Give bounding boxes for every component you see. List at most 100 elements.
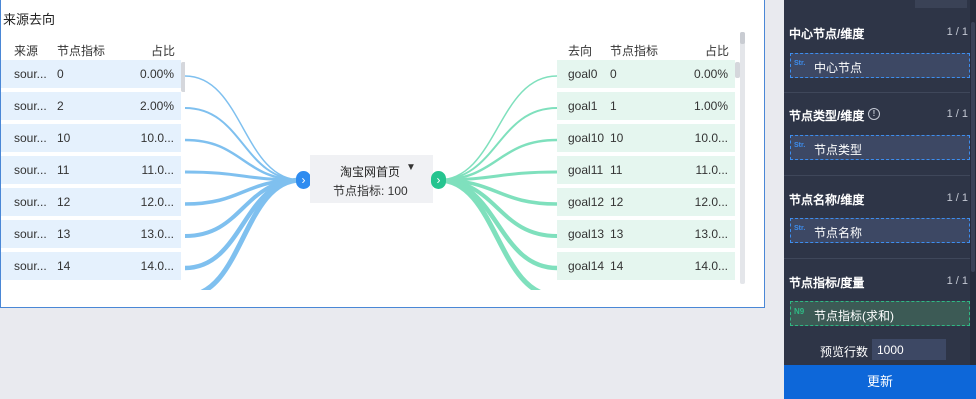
target-cell-metric: 10 xyxy=(610,131,624,145)
target-cell-metric: 1 xyxy=(610,99,617,113)
target-cell-metric: 0 xyxy=(610,67,617,81)
target-cell-name: goal14 xyxy=(568,259,605,273)
source-table-scrollbar[interactable] xyxy=(181,62,185,92)
preview-rows-label: 预览行数 xyxy=(820,345,869,359)
chevron-right-icon: › xyxy=(436,173,441,187)
target-row[interactable]: goal14 14 14.0... xyxy=(557,252,735,280)
string-type-icon: Str. xyxy=(794,225,806,232)
source-cell-name: sour... xyxy=(14,227,47,241)
source-table: 来源 节点指标 占比 sour... 0 0.00% sour... 2 2.00% sou… xyxy=(1,36,185,289)
section-title-center-node: 中心节点/维度 xyxy=(789,27,865,41)
source-cell-metric: 10 xyxy=(57,131,71,145)
source-cell-name: sour... xyxy=(14,195,47,209)
center-node-name: 淘宝网首页 xyxy=(340,165,401,179)
source-cell-name: sour... xyxy=(14,259,47,273)
section-count: 1 / 1 xyxy=(946,275,968,287)
preview-rows-input[interactable] xyxy=(872,339,946,360)
target-row[interactable]: goal13 13 13.0... xyxy=(557,220,735,248)
source-header-metric: 节点指标 xyxy=(57,44,106,58)
target-cell-ratio: 1.00% xyxy=(693,99,728,113)
center-node[interactable]: 淘宝网首页 ▼ 节点指标: 100 xyxy=(310,155,433,203)
target-row[interactable]: goal12 12 12.0... xyxy=(557,188,735,216)
source-row[interactable]: sour... 14 14.0... xyxy=(1,252,181,280)
source-row[interactable]: sour... 13 13.0... xyxy=(1,220,181,248)
caret-down-icon[interactable]: ▼ xyxy=(406,162,416,173)
source-row[interactable]: sour... 12 12.0... xyxy=(1,188,181,216)
source-cell-name: sour... xyxy=(14,99,47,113)
panel-scrollbar-thumb[interactable] xyxy=(971,22,975,272)
divider xyxy=(784,258,972,259)
field-label: 节点名称 xyxy=(814,226,863,240)
target-cell-ratio: 13.0... xyxy=(694,227,728,241)
source-cell-metric: 13 xyxy=(57,227,71,241)
target-cell-name: goal12 xyxy=(568,195,605,209)
source-cell-ratio: 13.0... xyxy=(140,227,174,241)
source-row[interactable]: sour... 10 10.0... xyxy=(1,124,181,152)
target-cell-ratio: 10.0... xyxy=(694,131,728,145)
target-cell-metric: 12 xyxy=(610,195,624,209)
field-label: 节点类型 xyxy=(814,143,863,157)
source-cell-metric: 0 xyxy=(57,67,64,81)
target-cell-name: goal11 xyxy=(568,163,604,177)
target-table: 去向 节点指标 占比 goal0 0 0.00% goal1 1 1.00% goal10 1… xyxy=(557,36,747,289)
string-type-icon: Str. xyxy=(794,142,806,149)
panel-top-tab[interactable] xyxy=(915,0,967,8)
chart-canvas: 来源 去向 来源 节点指标 占比 sour... 0 0.00% sour... 2 2.0… xyxy=(0,0,765,308)
expand-left-button[interactable]: › xyxy=(296,171,311,189)
number-type-icon: N9 xyxy=(794,307,805,316)
source-row[interactable]: sour... 11 11.0... xyxy=(1,156,181,184)
source-row[interactable]: sour... 2 2.00% xyxy=(1,92,181,120)
target-header-metric: 节点指标 xyxy=(610,44,659,58)
divider xyxy=(784,92,972,93)
section-title-node-metric: 节点指标/度量 xyxy=(789,276,865,290)
target-cell-metric: 14 xyxy=(610,259,624,273)
source-cell-ratio: 11.0... xyxy=(141,163,174,177)
target-flow-link xyxy=(437,75,558,181)
field-node-name[interactable]: Str. 节点名称 xyxy=(790,218,970,243)
info-icon[interactable]: ! xyxy=(868,108,880,120)
source-header-name: 来源 xyxy=(14,44,39,58)
target-scroll-handle[interactable] xyxy=(740,32,745,44)
divider xyxy=(784,175,972,176)
target-row[interactable]: goal0 0 0.00% xyxy=(557,60,735,88)
target-row[interactable]: goal10 10 10.0... xyxy=(557,124,735,152)
source-cell-metric: 11 xyxy=(57,163,70,177)
target-header-ratio: 占比 xyxy=(705,44,730,58)
target-cell-name: goal0 xyxy=(568,67,598,81)
source-cell-name: sour... xyxy=(14,67,47,81)
source-row[interactable]: sour... 0 0.00% xyxy=(1,60,181,88)
section-count: 1 / 1 xyxy=(946,26,968,38)
source-header-ratio: 占比 xyxy=(151,44,176,58)
config-panel: 中心节点/维度 1 / 1 Str. 中心节点 节点类型/维度 ! 1 / 1 … xyxy=(784,0,976,399)
center-node-metric: 节点指标: 100 xyxy=(333,184,408,198)
section-count: 1 / 1 xyxy=(946,192,968,204)
source-cell-metric: 2 xyxy=(57,99,64,113)
target-cell-ratio: 0.00% xyxy=(693,67,728,81)
update-button[interactable]: 更新 xyxy=(784,365,976,399)
target-cell-ratio: 11.0... xyxy=(695,163,728,177)
source-table-header: 来源 节点指标 占比 xyxy=(1,36,185,60)
section-count: 1 / 1 xyxy=(946,108,968,120)
expand-right-button[interactable]: › xyxy=(431,171,446,189)
target-table-header: 去向 节点指标 占比 xyxy=(557,36,747,60)
target-row[interactable]: goal1 1 1.00% xyxy=(557,92,735,120)
target-row[interactable]: goal11 11 11.0... xyxy=(557,156,735,184)
source-cell-ratio: 12.0... xyxy=(140,195,174,209)
source-cell-ratio: 2.00% xyxy=(139,99,174,113)
source-flow-link xyxy=(184,107,302,181)
target-flow-link xyxy=(437,107,558,181)
source-cell-name: sour... xyxy=(14,131,47,145)
target-cell-metric: 13 xyxy=(610,227,624,241)
source-cell-ratio: 14.0... xyxy=(140,259,174,273)
field-node-type[interactable]: Str. 节点类型 xyxy=(790,135,970,160)
string-type-icon: Str. xyxy=(794,60,806,67)
source-cell-metric: 12 xyxy=(57,195,71,209)
field-center-node[interactable]: Str. 中心节点 xyxy=(790,53,970,78)
field-node-metric[interactable]: N9 节点指标(求和) xyxy=(790,301,970,326)
chevron-right-icon: › xyxy=(301,173,306,187)
target-cell-ratio: 12.0... xyxy=(694,195,728,209)
target-cell-ratio: 14.0... xyxy=(694,259,728,273)
field-label: 节点指标(求和) xyxy=(814,309,894,323)
target-cell-name: goal13 xyxy=(568,227,605,241)
target-cell-metric: 11 xyxy=(610,163,623,177)
